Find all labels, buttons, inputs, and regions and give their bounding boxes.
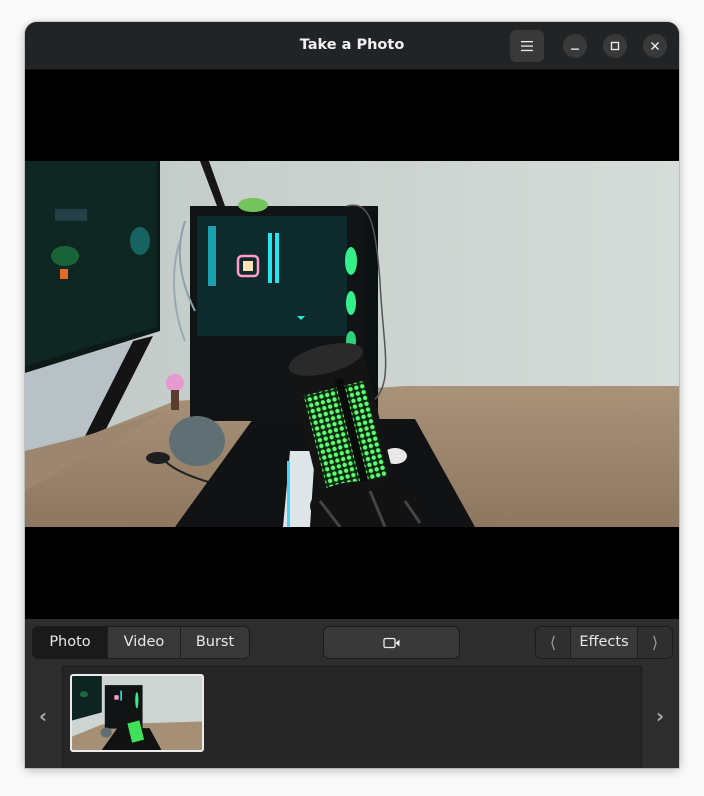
mode-switcher: Photo Video Burst	[32, 626, 250, 659]
thumbnail-strip[interactable]	[62, 666, 642, 768]
photo-thumbnail[interactable]	[70, 674, 204, 752]
effects-switcher: ⟨ Effects ⟩	[535, 626, 673, 659]
mode-photo-button[interactable]: Photo	[33, 627, 107, 658]
photo-gallery: ‹ ›	[25, 664, 679, 768]
camera-feed-image	[25, 161, 679, 527]
camera-preview	[25, 70, 679, 619]
maximize-icon	[610, 41, 620, 51]
chevron-left-icon: ‹	[38, 704, 48, 728]
shutter-button[interactable]	[323, 626, 460, 659]
main-menu-button[interactable]	[510, 30, 544, 62]
video-camera-icon	[382, 637, 399, 648]
chevron-right-icon: ›	[655, 704, 665, 728]
maximize-button[interactable]	[603, 34, 627, 58]
gallery-next-button[interactable]: ›	[642, 664, 678, 768]
mode-video-button[interactable]: Video	[107, 627, 180, 658]
close-button[interactable]	[643, 34, 667, 58]
minimize-icon	[571, 48, 579, 50]
header-bar[interactable]: Take a Photo	[25, 22, 679, 70]
close-icon	[651, 42, 659, 50]
capture-controls: Photo Video Burst ⟨ Effects ⟩	[25, 619, 679, 664]
app-window: Take a Photo Photo Video Burst ⟨ Effects…	[25, 22, 679, 768]
gallery-previous-button[interactable]: ‹	[25, 664, 61, 768]
mode-burst-button[interactable]: Burst	[180, 627, 249, 658]
hamburger-menu-icon	[521, 41, 533, 52]
minimize-button[interactable]	[563, 34, 587, 58]
thumbnail-image	[72, 676, 202, 750]
effects-button[interactable]: Effects	[570, 627, 637, 658]
effects-previous-button[interactable]: ⟨	[536, 627, 570, 658]
effects-next-button[interactable]: ⟩	[637, 627, 672, 658]
